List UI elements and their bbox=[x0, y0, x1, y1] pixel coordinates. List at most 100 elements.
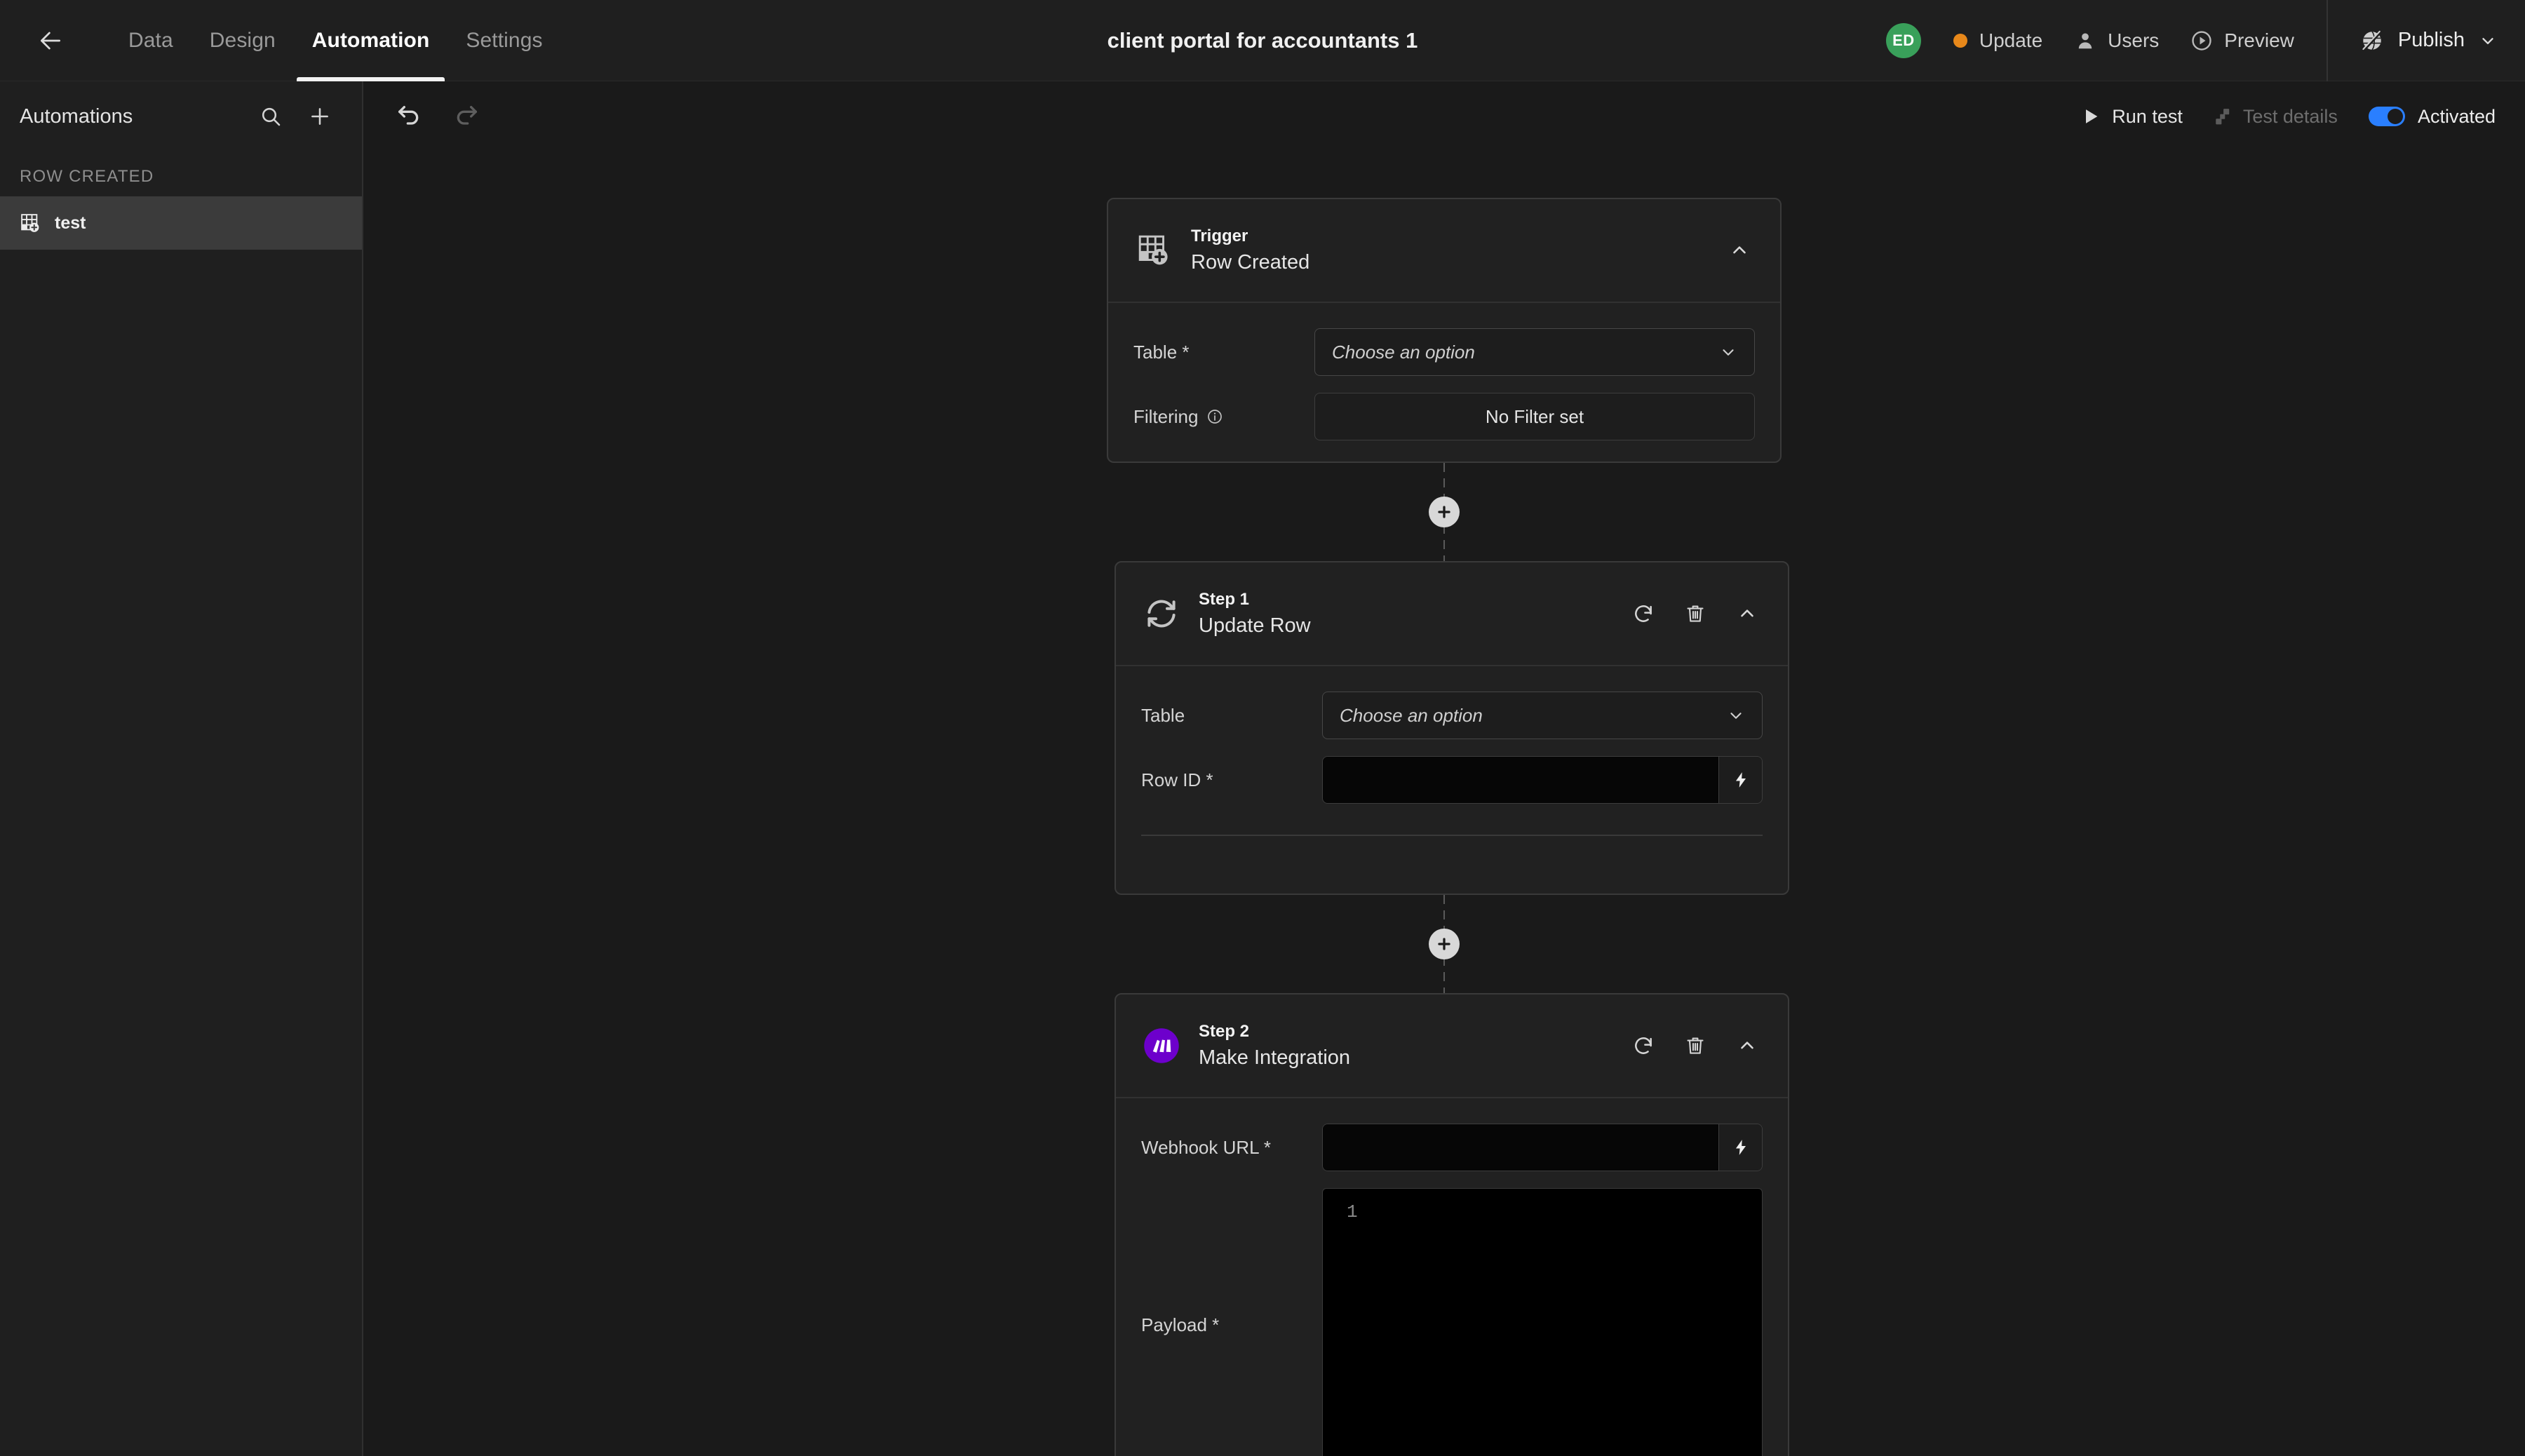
step1-card[interactable]: Step 1 Update Row bbox=[1115, 561, 1789, 895]
step2-card-body: Webhook URL * bbox=[1116, 1098, 1788, 1456]
redo-button[interactable] bbox=[449, 99, 484, 134]
info-icon[interactable] bbox=[1206, 408, 1223, 425]
publish-label: Publish bbox=[2398, 29, 2465, 52]
back-button[interactable] bbox=[29, 20, 72, 62]
step2-rerun-button[interactable] bbox=[1628, 1030, 1659, 1061]
row-created-icon bbox=[1133, 233, 1174, 268]
tab-design-label: Design bbox=[210, 29, 276, 53]
sidebar-group-label: ROW CREATED bbox=[0, 151, 362, 196]
step2-collapse-button[interactable] bbox=[1732, 1030, 1763, 1061]
preview-button[interactable]: Preview bbox=[2191, 0, 2294, 81]
trigger-filtering-label: Filtering bbox=[1133, 406, 1314, 428]
trigger-collapse-button[interactable] bbox=[1724, 235, 1755, 266]
plus-circle-icon bbox=[1435, 935, 1453, 953]
chevron-up-icon bbox=[1737, 1035, 1758, 1056]
preview-label: Preview bbox=[2224, 29, 2294, 52]
tab-automation-label: Automation bbox=[312, 29, 430, 53]
step1-rowid-input[interactable] bbox=[1323, 757, 1718, 803]
step1-rowid-binding-button[interactable] bbox=[1718, 757, 1762, 803]
tab-design[interactable]: Design bbox=[191, 0, 294, 81]
test-details-button[interactable]: Test details bbox=[2214, 106, 2338, 128]
trigger-filtering-row: Filtering bbox=[1133, 393, 1755, 440]
chevron-up-icon bbox=[1729, 240, 1750, 261]
update-status-dot bbox=[1953, 34, 1967, 48]
play-icon bbox=[2081, 107, 2101, 126]
main-nav-tabs: Data Design Automation Settings bbox=[110, 0, 561, 81]
step1-rerun-button[interactable] bbox=[1628, 598, 1659, 629]
trigger-card-header[interactable]: Trigger Row Created bbox=[1108, 199, 1780, 303]
step1-rowid-binding bbox=[1322, 756, 1763, 804]
toggle-switch[interactable] bbox=[2369, 107, 2405, 126]
chevron-down-icon bbox=[1719, 343, 1737, 361]
step1-table-value: Choose an option bbox=[1340, 705, 1483, 727]
trigger-kicker: Trigger bbox=[1191, 227, 1309, 246]
header-actions: ED Update Users bbox=[1886, 0, 2525, 81]
step2-webhook-binding-button[interactable] bbox=[1718, 1124, 1762, 1171]
tab-automation[interactable]: Automation bbox=[294, 0, 448, 81]
step2-card-header[interactable]: Step 2 Make Integration bbox=[1116, 995, 1788, 1098]
update-button[interactable]: Update bbox=[1953, 0, 2042, 81]
step1-collapse-button[interactable] bbox=[1732, 598, 1763, 629]
flow-chain: Trigger Row Created bbox=[363, 151, 2525, 1456]
app-body: Automations bbox=[0, 81, 2525, 1456]
step1-rowid-label: Row ID * bbox=[1141, 769, 1322, 791]
sidebar-header-actions bbox=[257, 102, 334, 130]
add-step-button-2[interactable] bbox=[1429, 929, 1460, 959]
redo-icon bbox=[452, 102, 480, 130]
update-label: Update bbox=[1979, 29, 2042, 52]
avatar[interactable]: ED bbox=[1886, 23, 1921, 58]
search-button[interactable] bbox=[257, 102, 285, 130]
run-test-label: Run test bbox=[2112, 106, 2183, 128]
publish-button[interactable]: Publish bbox=[2360, 0, 2497, 81]
test-details-label: Test details bbox=[2243, 106, 2338, 128]
rerun-icon bbox=[1632, 602, 1655, 625]
no-filter-set-button[interactable]: No Filter set bbox=[1314, 393, 1755, 440]
step2-card[interactable]: Step 2 Make Integration bbox=[1115, 993, 1789, 1456]
step2-webhook-input[interactable] bbox=[1323, 1124, 1718, 1171]
plus-circle-icon bbox=[1435, 503, 1453, 521]
undo-button[interactable] bbox=[391, 99, 426, 134]
lightning-icon bbox=[1732, 771, 1750, 789]
arrow-left-icon bbox=[37, 27, 64, 54]
trigger-table-value: Choose an option bbox=[1332, 342, 1475, 363]
add-automation-button[interactable] bbox=[306, 102, 334, 130]
step1-table-select[interactable]: Choose an option bbox=[1322, 692, 1763, 739]
trash-icon bbox=[1685, 603, 1706, 624]
flow-scroll-area[interactable]: Trigger Row Created bbox=[363, 151, 2525, 1456]
tab-settings-label: Settings bbox=[466, 29, 542, 53]
step1-delete-button[interactable] bbox=[1680, 598, 1711, 629]
sidebar-item-test[interactable]: test bbox=[0, 196, 362, 250]
add-step-button-1[interactable] bbox=[1429, 497, 1460, 527]
step1-table-control: Choose an option bbox=[1322, 692, 1763, 739]
search-icon bbox=[260, 105, 282, 128]
step1-name: Update Row bbox=[1199, 614, 1311, 638]
users-button[interactable]: Users bbox=[2075, 0, 2159, 81]
automation-canvas: Run test Test details bbox=[363, 81, 2525, 1456]
step1-rowid-row: Row ID * bbox=[1141, 756, 1763, 804]
plus-icon bbox=[308, 105, 332, 128]
step1-card-header[interactable]: Step 1 Update Row bbox=[1116, 562, 1788, 666]
step1-footer-pad bbox=[1141, 836, 1763, 872]
step1-card-titles: Step 1 Update Row bbox=[1199, 590, 1311, 638]
step2-delete-button[interactable] bbox=[1680, 1030, 1711, 1061]
activated-toggle[interactable]: Activated bbox=[2369, 106, 2496, 128]
payload-code-editor[interactable]: 1 bbox=[1322, 1188, 1763, 1456]
trash-icon bbox=[1685, 1035, 1706, 1056]
row-created-icon bbox=[20, 213, 41, 234]
lightning-icon bbox=[1732, 1138, 1750, 1157]
step2-payload-label: Payload * bbox=[1141, 1188, 1322, 1456]
trigger-table-label: Table * bbox=[1133, 342, 1314, 363]
chevron-down-icon bbox=[1727, 706, 1745, 724]
run-test-button[interactable]: Run test bbox=[2081, 106, 2183, 128]
blocks-icon bbox=[2214, 107, 2232, 126]
tab-data[interactable]: Data bbox=[110, 0, 191, 81]
tab-settings[interactable]: Settings bbox=[447, 0, 560, 81]
step2-kicker: Step 2 bbox=[1199, 1022, 1350, 1042]
trigger-card[interactable]: Trigger Row Created bbox=[1107, 198, 1782, 463]
step2-webhook-label: Webhook URL * bbox=[1141, 1137, 1322, 1159]
trigger-table-select[interactable]: Choose an option bbox=[1314, 328, 1755, 376]
step2-name: Make Integration bbox=[1199, 1046, 1350, 1070]
canvas-toolbar: Run test Test details bbox=[363, 81, 2525, 151]
step1-table-row: Table Choose an option bbox=[1141, 692, 1763, 739]
payload-line-number: 1 bbox=[1323, 1199, 1762, 1226]
